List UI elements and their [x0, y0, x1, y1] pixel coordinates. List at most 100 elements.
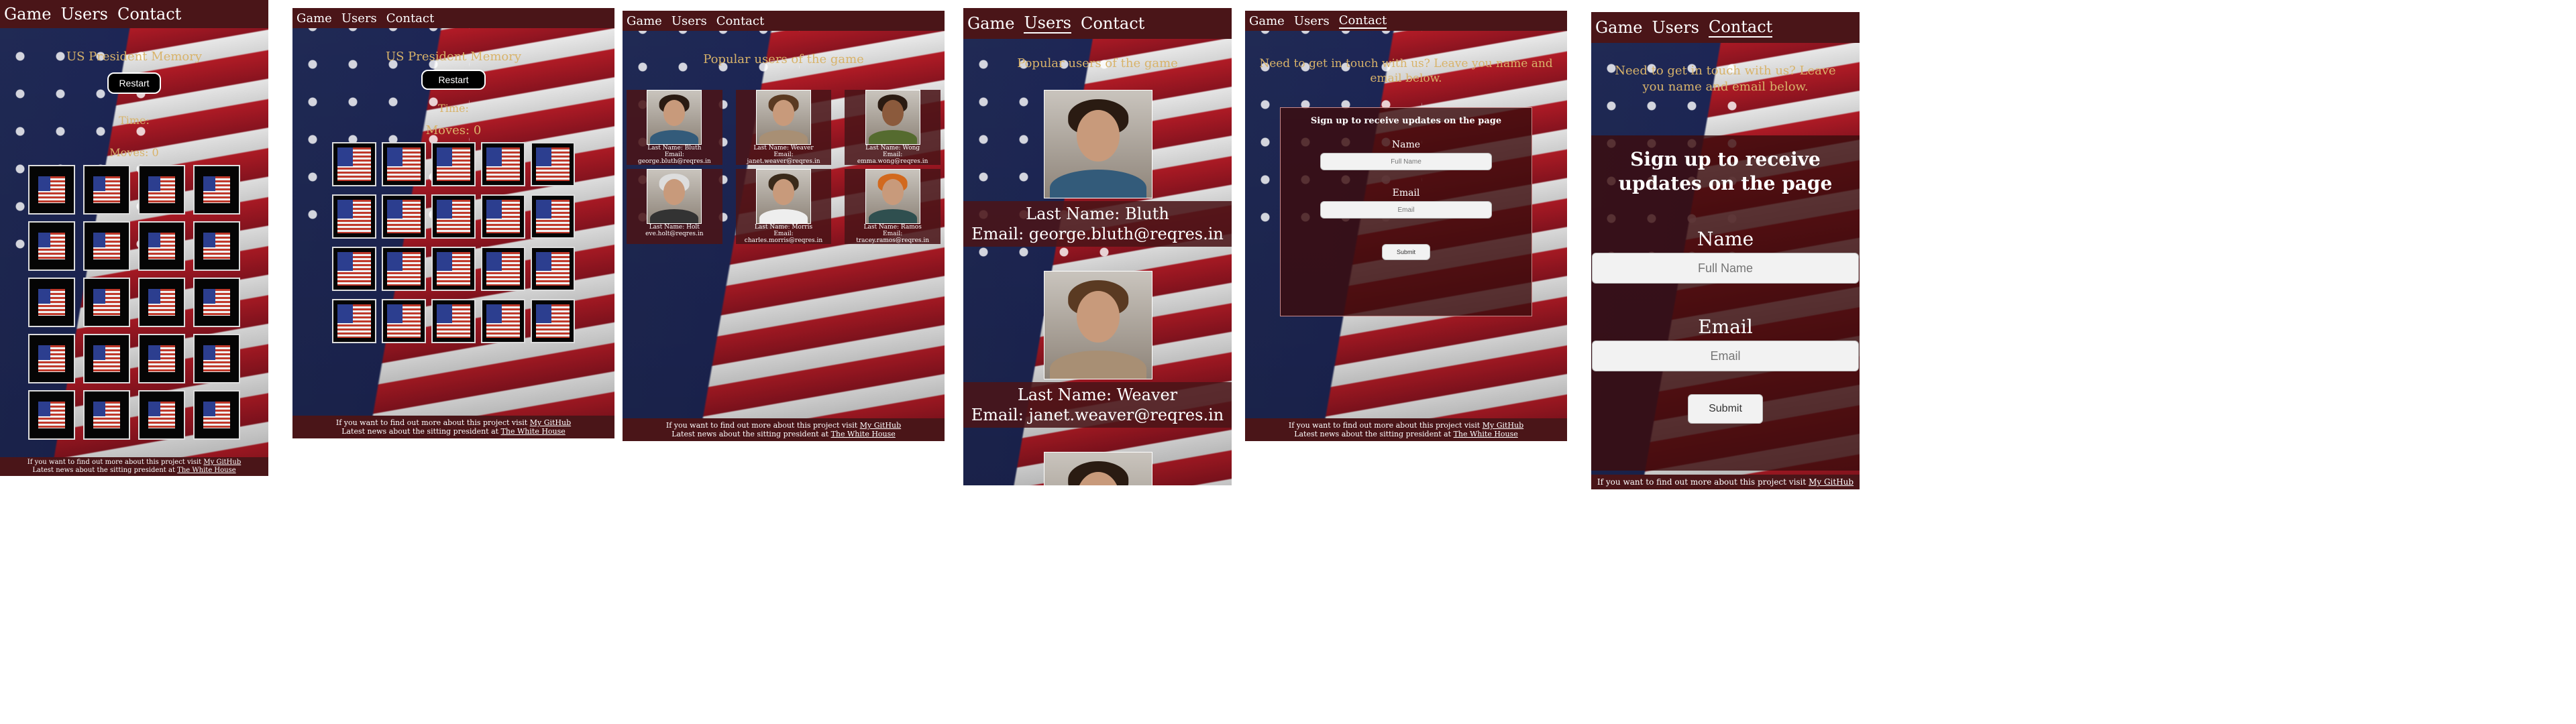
- restart-button[interactable]: Restart: [107, 72, 161, 94]
- memory-card[interactable]: [138, 334, 185, 383]
- footer-text: If you want to find out more about this …: [335, 418, 528, 427]
- nav-contact[interactable]: Contact: [117, 5, 181, 23]
- memory-card[interactable]: [83, 390, 130, 440]
- memory-card[interactable]: [382, 299, 426, 343]
- memory-card[interactable]: [193, 334, 240, 383]
- memory-card[interactable]: [193, 390, 240, 440]
- flag-icon: [203, 176, 230, 203]
- email-input[interactable]: [1592, 341, 1859, 371]
- submit-button[interactable]: Submit: [1688, 394, 1763, 424]
- nav-contact[interactable]: Contact: [1709, 17, 1773, 38]
- nav-game[interactable]: Game: [1249, 14, 1285, 28]
- memory-card[interactable]: [138, 278, 185, 327]
- game-mobile-panel: Game Users Contact US President Memory R…: [0, 0, 268, 476]
- flag-icon: [203, 345, 230, 372]
- nav-game[interactable]: Game: [967, 14, 1014, 33]
- whitehouse-link[interactable]: The White House: [501, 427, 566, 436]
- memory-card[interactable]: [28, 221, 75, 271]
- memory-card[interactable]: [193, 221, 240, 271]
- restart-button[interactable]: Restart: [421, 70, 486, 90]
- memory-card[interactable]: [28, 278, 75, 327]
- github-link[interactable]: My GitHub: [1483, 421, 1523, 430]
- name-input[interactable]: [1320, 153, 1492, 170]
- memory-card[interactable]: [83, 165, 130, 215]
- memory-card[interactable]: [431, 299, 476, 343]
- nav-users[interactable]: Users: [672, 14, 707, 28]
- nav-contact[interactable]: Contact: [716, 14, 764, 28]
- memory-card[interactable]: [138, 390, 185, 440]
- name-input[interactable]: [1592, 253, 1859, 284]
- flag-icon: [93, 345, 120, 372]
- game-title: US President Memory: [385, 50, 522, 64]
- footer: If you want to find out more about this …: [292, 416, 614, 438]
- memory-card[interactable]: [83, 278, 130, 327]
- footer-text: If you want to find out more about this …: [665, 421, 858, 430]
- email-input[interactable]: [1320, 201, 1492, 219]
- nav-game[interactable]: Game: [297, 11, 332, 25]
- flag-icon: [38, 402, 65, 428]
- memory-card[interactable]: [382, 142, 426, 186]
- memory-card[interactable]: [481, 299, 525, 343]
- memory-card[interactable]: [332, 247, 376, 291]
- submit-button[interactable]: Submit: [1382, 244, 1430, 260]
- nav-contact[interactable]: Contact: [1081, 14, 1144, 33]
- memory-card[interactable]: [332, 194, 376, 239]
- memory-card[interactable]: [531, 194, 575, 239]
- memory-card[interactable]: [481, 142, 525, 186]
- user-email-label: Email:: [773, 152, 794, 158]
- github-link[interactable]: My GitHub: [530, 418, 571, 427]
- nav-game[interactable]: Game: [4, 5, 51, 23]
- memory-card[interactable]: [193, 278, 240, 327]
- memory-card[interactable]: [193, 165, 240, 215]
- memory-card[interactable]: [83, 334, 130, 383]
- github-link[interactable]: My GitHub: [860, 421, 901, 430]
- nav-users[interactable]: Users: [341, 11, 377, 25]
- memory-card[interactable]: [382, 247, 426, 291]
- user-card: Last Name: Bluth Email: george.bluth@req…: [963, 201, 1232, 247]
- memory-card[interactable]: [431, 142, 476, 186]
- memory-card[interactable]: [138, 165, 185, 215]
- nav-users[interactable]: Users: [1024, 13, 1071, 34]
- user-last-name: Last Name: Weaver: [753, 145, 814, 152]
- memory-card[interactable]: [431, 194, 476, 239]
- contact-tablet-panel: Game Users Contact Need to get in touch …: [1245, 11, 1567, 441]
- card-grid: [0, 165, 268, 440]
- memory-card[interactable]: [481, 194, 525, 239]
- user-last-name: Last Name: Weaver: [1017, 385, 1178, 404]
- nav-contact[interactable]: Contact: [386, 11, 434, 25]
- nav-game[interactable]: Game: [627, 14, 662, 28]
- memory-card[interactable]: [531, 299, 575, 343]
- flag-icon: [93, 402, 120, 428]
- flag-icon: [337, 200, 371, 233]
- flag-icon: [486, 252, 520, 286]
- memory-card[interactable]: [138, 221, 185, 271]
- navbar: Game Users Contact: [1591, 12, 1860, 43]
- memory-card[interactable]: [28, 334, 75, 383]
- memory-card[interactable]: [481, 247, 525, 291]
- whitehouse-link[interactable]: The White House: [1454, 430, 1518, 438]
- navbar: Game Users Contact: [963, 8, 1232, 39]
- nav-users[interactable]: Users: [1294, 14, 1330, 28]
- user-email: tracey.ramos@reqres.in: [856, 237, 930, 244]
- nav-users[interactable]: Users: [1652, 18, 1699, 37]
- memory-card[interactable]: [28, 390, 75, 440]
- nav-users[interactable]: Users: [60, 5, 108, 23]
- memory-card[interactable]: [332, 299, 376, 343]
- users-heading: Popular users of the game: [703, 52, 864, 66]
- flag-icon: [203, 233, 230, 259]
- whitehouse-link[interactable]: The White House: [831, 430, 896, 438]
- memory-card[interactable]: [531, 142, 575, 186]
- memory-card[interactable]: [382, 194, 426, 239]
- memory-card[interactable]: [83, 221, 130, 271]
- contact-mobile-panel: Game Users Contact Need to get in touch …: [1591, 12, 1860, 489]
- whitehouse-link[interactable]: The White House: [177, 467, 235, 474]
- memory-card[interactable]: [28, 165, 75, 215]
- footer-text: Latest news about the sitting president …: [341, 427, 499, 436]
- memory-card[interactable]: [531, 247, 575, 291]
- memory-card[interactable]: [431, 247, 476, 291]
- nav-contact[interactable]: Contact: [1338, 13, 1387, 29]
- github-link[interactable]: My GitHub: [203, 459, 241, 466]
- nav-game[interactable]: Game: [1595, 18, 1642, 37]
- memory-card[interactable]: [332, 142, 376, 186]
- github-link[interactable]: My GitHub: [1809, 477, 1854, 487]
